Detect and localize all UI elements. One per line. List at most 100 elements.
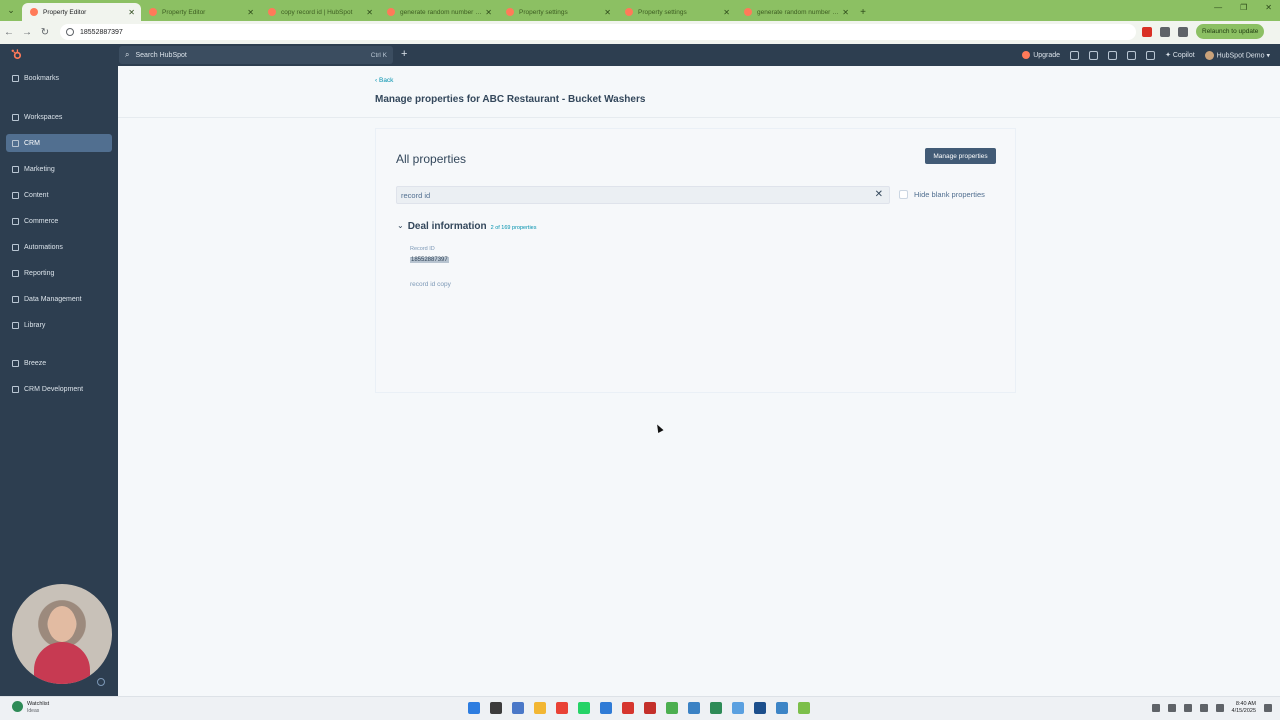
- youtube-icon[interactable]: [644, 702, 656, 714]
- calling-icon[interactable]: [1070, 50, 1080, 60]
- chrome-profile-icon[interactable]: [688, 702, 700, 714]
- relaunch-button[interactable]: Relaunch to update: [1196, 24, 1265, 39]
- clock-time: 8:40 AM: [1235, 701, 1256, 707]
- new-tab-icon[interactable]: +: [855, 3, 871, 21]
- tab-property-settings[interactable]: Property settings ✕: [498, 3, 617, 21]
- sidebar-item-crm-development[interactable]: CRM Development: [6, 380, 112, 398]
- tray-chevron-icon[interactable]: [1151, 704, 1160, 712]
- hide-blank-label: Hide blank properties: [914, 190, 985, 199]
- watchlist-widget[interactable]: Watchlist Ideas: [12, 701, 49, 714]
- sidebar-item-workspaces[interactable]: Workspaces: [6, 108, 112, 126]
- extensions-puzzle-icon[interactable]: [1160, 26, 1170, 37]
- clear-search-icon[interactable]: ✕: [875, 190, 883, 200]
- sidebar-item-breeze[interactable]: Breeze: [6, 354, 112, 372]
- tab-copy-record-id[interactable]: copy record id | HubSpot ✕: [260, 3, 379, 21]
- tab-property-editor[interactable]: Property Editor ✕: [141, 3, 260, 21]
- sidebar-item-automations[interactable]: Automations: [6, 238, 112, 256]
- extension-icon[interactable]: [1142, 26, 1152, 37]
- file-explorer-icon[interactable]: [534, 702, 546, 714]
- maximize-icon[interactable]: ❐: [1240, 3, 1247, 12]
- app-doc-icon[interactable]: [776, 702, 788, 714]
- site-info-icon[interactable]: [66, 28, 74, 36]
- profile-icon[interactable]: [1178, 26, 1188, 37]
- page-header: ‹ Back Manage properties for ABC Restaur…: [118, 66, 1280, 118]
- sidebar-item-data-management[interactable]: Data Management: [6, 290, 112, 308]
- start-windows-icon[interactable]: [468, 702, 480, 714]
- collapse-sidebar-icon[interactable]: [97, 678, 105, 686]
- hide-blank-checkbox[interactable]: Hide blank properties: [899, 190, 985, 199]
- sidebar-item-commerce[interactable]: Commerce: [6, 212, 112, 230]
- close-icon[interactable]: ✕: [485, 8, 492, 17]
- sidebar-item-reporting[interactable]: Reporting: [6, 264, 112, 282]
- notifications-bell-icon[interactable]: [1146, 50, 1156, 60]
- close-icon[interactable]: ✕: [842, 8, 849, 17]
- chrome-icon[interactable]: [556, 702, 568, 714]
- checkbox-icon[interactable]: [899, 190, 908, 199]
- marketplace-icon[interactable]: [1089, 50, 1099, 60]
- section-count: 2 of 169 properties: [490, 225, 537, 231]
- close-icon[interactable]: ✕: [128, 8, 135, 17]
- app-teal-icon[interactable]: [710, 702, 722, 714]
- watchlist-subtitle: Ideas: [27, 708, 40, 714]
- sidebar-item-bookmarks[interactable]: Bookmarks: [6, 69, 112, 87]
- tab-generate-random-number[interactable]: generate random number | HubSpot ✕: [379, 3, 498, 21]
- account-label: HubSpot Demo: [1216, 51, 1265, 59]
- volume-icon[interactable]: [1199, 704, 1208, 712]
- tab-property-editor-active[interactable]: Property Editor ✕: [22, 3, 141, 21]
- close-icon[interactable]: ✕: [723, 8, 730, 17]
- address-text: 18552887397: [80, 28, 123, 36]
- sidebar-item-marketing[interactable]: Marketing: [6, 160, 112, 178]
- property-value-record-id[interactable]: 18552887397: [410, 257, 449, 263]
- chevron-down-icon[interactable]: ⌄: [397, 221, 404, 230]
- upgrade-label: Upgrade: [1033, 51, 1061, 59]
- microphone-icon[interactable]: [1167, 704, 1176, 712]
- all-properties-card: All properties Manage properties record …: [375, 128, 1016, 393]
- close-window-icon[interactable]: ✕: [1265, 3, 1272, 12]
- sidebar-item-content[interactable]: Content: [6, 186, 112, 204]
- back-link[interactable]: ‹ Back: [375, 77, 393, 84]
- forward-arrow-icon[interactable]: →: [18, 27, 36, 38]
- toolbar-right: Relaunch to update: [1142, 24, 1265, 39]
- tab-search-icon[interactable]: ⌄: [0, 0, 22, 21]
- sidebar-item-crm[interactable]: CRM: [6, 134, 112, 152]
- network-icon[interactable]: [1183, 704, 1192, 712]
- address-bar[interactable]: 18552887397: [60, 24, 1136, 40]
- notification-center-icon[interactable]: [1264, 704, 1272, 712]
- app-blue-icon[interactable]: [732, 702, 744, 714]
- help-icon[interactable]: [1108, 50, 1118, 60]
- copilot-button[interactable]: ✦ Copilot: [1165, 51, 1195, 59]
- hubspot-logo-icon[interactable]: [10, 48, 23, 61]
- battery-icon[interactable]: [1215, 704, 1224, 712]
- close-icon[interactable]: ✕: [604, 8, 611, 17]
- app-star-icon[interactable]: [754, 702, 766, 714]
- search-placeholder: Search HubSpot: [135, 51, 187, 59]
- manage-properties-button[interactable]: Manage properties: [925, 148, 996, 164]
- app-red-icon[interactable]: [622, 702, 634, 714]
- property-label-record-id-copy[interactable]: record id copy: [410, 281, 451, 288]
- section-deal-information[interactable]: ⌄ Deal information 2 of 169 properties: [397, 221, 536, 232]
- sidebar-item-library[interactable]: Library: [6, 316, 112, 334]
- upgrade-button[interactable]: Upgrade: [1022, 51, 1060, 59]
- outlook-icon[interactable]: [600, 702, 612, 714]
- app-arrow-icon[interactable]: [798, 702, 810, 714]
- property-search-input[interactable]: record id ✕: [396, 186, 890, 204]
- settings-gear-icon[interactable]: [1127, 50, 1137, 60]
- close-icon[interactable]: ✕: [366, 8, 373, 17]
- taskbar-clock[interactable]: 8:40 AM 4/15/2025: [1232, 701, 1256, 715]
- search-icon: ⌕: [125, 50, 130, 59]
- reload-icon[interactable]: ↻: [36, 27, 54, 38]
- windows-taskbar: Watchlist Ideas 8:40 AM 4/15/2025: [0, 696, 1280, 720]
- back-arrow-icon[interactable]: ←: [0, 27, 18, 38]
- tab-title: Property settings: [638, 8, 687, 16]
- edge-browser-icon[interactable]: [512, 702, 524, 714]
- minimize-icon[interactable]: —: [1214, 3, 1222, 12]
- hubspot-search-input[interactable]: ⌕ Search HubSpot Ctrl K: [119, 46, 393, 64]
- create-plus-icon[interactable]: +: [401, 48, 407, 60]
- account-menu[interactable]: HubSpot Demo ▾: [1204, 50, 1270, 60]
- task-view-icon[interactable]: [490, 702, 502, 714]
- app-green-icon[interactable]: [666, 702, 678, 714]
- whatsapp-icon[interactable]: [578, 702, 590, 714]
- close-icon[interactable]: ✕: [247, 8, 254, 17]
- tab-property-settings-2[interactable]: Property settings ✕: [617, 3, 736, 21]
- tab-generate-random-number-clone[interactable]: generate random number (clone) ✕: [736, 3, 855, 21]
